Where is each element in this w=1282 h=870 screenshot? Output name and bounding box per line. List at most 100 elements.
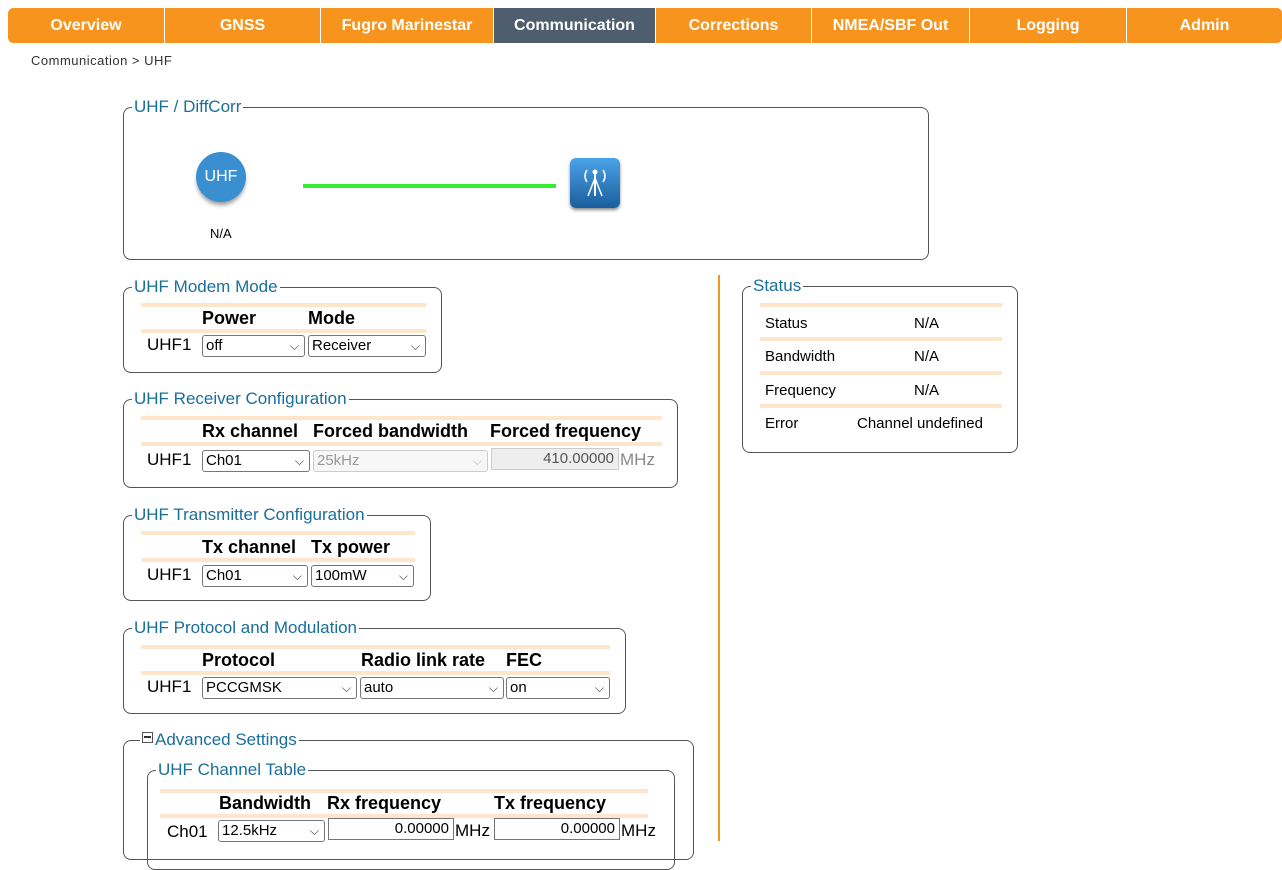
chevron-down-icon: ⌵ xyxy=(488,681,498,695)
header-divider xyxy=(141,442,662,446)
chevron-down-icon: ⌵ xyxy=(594,681,604,695)
forced-bandwidth-select: 25kHz ⌵ xyxy=(313,450,488,472)
rx-frequency-unit: MHz xyxy=(455,821,490,840)
uhf-icon[interactable]: UHF xyxy=(196,152,246,202)
diffcorr-legend: UHF / DiffCorr xyxy=(132,97,244,117)
power-select[interactable]: off ⌵ xyxy=(202,335,305,357)
row-label-uhf1: UHF1 xyxy=(147,565,192,584)
status-panel: Status Status N/A Bandwidth N/A Frequenc… xyxy=(742,276,1018,453)
fec-value: on xyxy=(510,679,527,696)
status-label-bandwidth: Bandwidth xyxy=(765,348,836,365)
row-divider xyxy=(760,371,1002,375)
advanced-settings-label[interactable]: Advanced Settings xyxy=(155,730,297,749)
transmitter-legend: UHF Transmitter Configuration xyxy=(132,505,367,525)
status-legend: Status xyxy=(751,276,804,296)
tx-frequency-input[interactable]: 0.00000 xyxy=(494,818,620,840)
header-bandwidth: Bandwidth xyxy=(219,793,311,813)
channel-bandwidth-value: 12.5kHz xyxy=(222,822,278,839)
row-divider xyxy=(760,404,1002,408)
advanced-settings-legend: Advanced Settings xyxy=(140,730,299,750)
tab-communication[interactable]: Communication xyxy=(494,8,656,43)
radio-link-rate-select[interactable]: auto ⌵ xyxy=(360,677,504,699)
tab-corrections[interactable]: Corrections xyxy=(656,8,812,43)
modem-mode-panel: UHF Modem Mode Power Mode UHF1 off ⌵ Rec… xyxy=(123,277,442,373)
header-forced-frequency: Forced frequency xyxy=(490,421,642,441)
header-divider xyxy=(141,645,610,649)
uhf-icon-label: UHF xyxy=(204,168,238,185)
chevron-down-icon: ⌵ xyxy=(398,569,408,583)
row-divider xyxy=(760,337,1002,341)
header-tx-frequency: Tx frequency xyxy=(494,793,607,813)
channel-table-panel: UHF Channel Table Bandwidth Rx frequency… xyxy=(147,760,675,870)
tx-channel-select[interactable]: Ch01 ⌵ xyxy=(202,565,308,587)
protocol-value: PCCGMSK xyxy=(206,679,282,696)
uhf-status-text: N/A xyxy=(210,226,232,241)
advanced-settings-panel: Advanced Settings UHF Channel Table Band… xyxy=(123,730,694,870)
header-forced-bandwidth: Forced bandwidth xyxy=(313,421,468,441)
header-radio-link-rate: Radio link rate xyxy=(361,650,486,670)
chevron-down-icon: ⌵ xyxy=(341,681,351,695)
chevron-down-icon: ⌵ xyxy=(309,824,319,838)
receiver-panel: UHF Receiver Configuration Rx channel Fo… xyxy=(123,389,678,488)
receiver-legend: UHF Receiver Configuration xyxy=(132,389,349,409)
tab-fugro-marinestar[interactable]: Fugro Marinestar xyxy=(321,8,494,43)
header-fec: FEC xyxy=(506,650,542,670)
forced-frequency-input: 410.00000 xyxy=(491,448,619,470)
header-rx-channel: Rx channel xyxy=(202,421,299,441)
antenna-icon[interactable] xyxy=(570,158,620,208)
header-rx-frequency: Rx frequency xyxy=(327,793,442,813)
rx-frequency-input[interactable]: 0.00000 xyxy=(328,818,454,840)
header-protocol: Protocol xyxy=(202,650,276,670)
protocol-select[interactable]: PCCGMSK ⌵ xyxy=(202,677,357,699)
status-value-frequency: N/A xyxy=(914,382,940,399)
radio-link-rate-value: auto xyxy=(364,679,394,696)
fec-select[interactable]: on ⌵ xyxy=(506,677,610,699)
status-label-error: Error xyxy=(765,415,799,432)
channel-table-legend: UHF Channel Table xyxy=(156,760,309,780)
row-divider xyxy=(760,303,1002,307)
header-divider xyxy=(141,531,415,535)
mode-select[interactable]: Receiver ⌵ xyxy=(308,335,426,357)
diffcorr-panel: UHF / DiffCorr UHF N/A xyxy=(123,97,929,260)
status-value-error: Channel undefined xyxy=(857,415,983,432)
rx-channel-select[interactable]: Ch01 ⌵ xyxy=(202,450,310,472)
tab-nmea-sbf-out[interactable]: NMEA/SBF Out xyxy=(812,8,970,43)
breadcrumb: Communication > UHF xyxy=(31,53,173,68)
header-divider xyxy=(141,303,426,307)
header-tx-power: Tx power xyxy=(311,537,391,557)
tx-channel-value: Ch01 xyxy=(206,567,242,584)
channel-row-label: Ch01 xyxy=(167,822,208,841)
header-divider xyxy=(141,416,662,420)
transmitter-panel: UHF Transmitter Configuration Tx channel… xyxy=(123,505,431,601)
main-nav: Overview GNSS Fugro Marinestar Communica… xyxy=(8,8,1282,43)
chevron-down-icon: ⌵ xyxy=(292,569,302,583)
tab-admin[interactable]: Admin xyxy=(1127,8,1282,43)
forced-frequency-unit: MHz xyxy=(620,450,655,469)
status-label-frequency: Frequency xyxy=(765,382,836,399)
row-label-uhf1: UHF1 xyxy=(147,335,192,354)
protocol-legend: UHF Protocol and Modulation xyxy=(132,618,360,638)
channel-bandwidth-select[interactable]: 12.5kHz ⌵ xyxy=(218,820,325,842)
header-mode: Mode xyxy=(308,308,355,328)
chevron-down-icon: ⌵ xyxy=(410,339,420,353)
modem-mode-legend: UHF Modem Mode xyxy=(132,277,280,297)
tab-gnss[interactable]: GNSS xyxy=(165,8,321,43)
forced-bandwidth-value: 25kHz xyxy=(317,452,360,469)
tx-power-value: 100mW xyxy=(315,567,367,584)
collapse-icon[interactable] xyxy=(142,732,153,743)
header-divider xyxy=(141,558,415,562)
rx-channel-value: Ch01 xyxy=(206,452,242,469)
header-divider xyxy=(141,329,426,333)
tab-logging[interactable]: Logging xyxy=(970,8,1127,43)
header-divider xyxy=(141,671,610,675)
link-line xyxy=(303,184,556,188)
status-label-status: Status xyxy=(765,315,808,332)
row-label-uhf1: UHF1 xyxy=(147,450,192,469)
chevron-down-icon: ⌵ xyxy=(472,454,482,468)
tab-overview[interactable]: Overview xyxy=(8,8,165,43)
power-select-value: off xyxy=(206,337,223,354)
row-label-uhf1: UHF1 xyxy=(147,677,192,696)
header-power: Power xyxy=(202,308,257,328)
status-value-bandwidth: N/A xyxy=(914,348,940,365)
tx-power-select[interactable]: 100mW ⌵ xyxy=(311,565,414,587)
